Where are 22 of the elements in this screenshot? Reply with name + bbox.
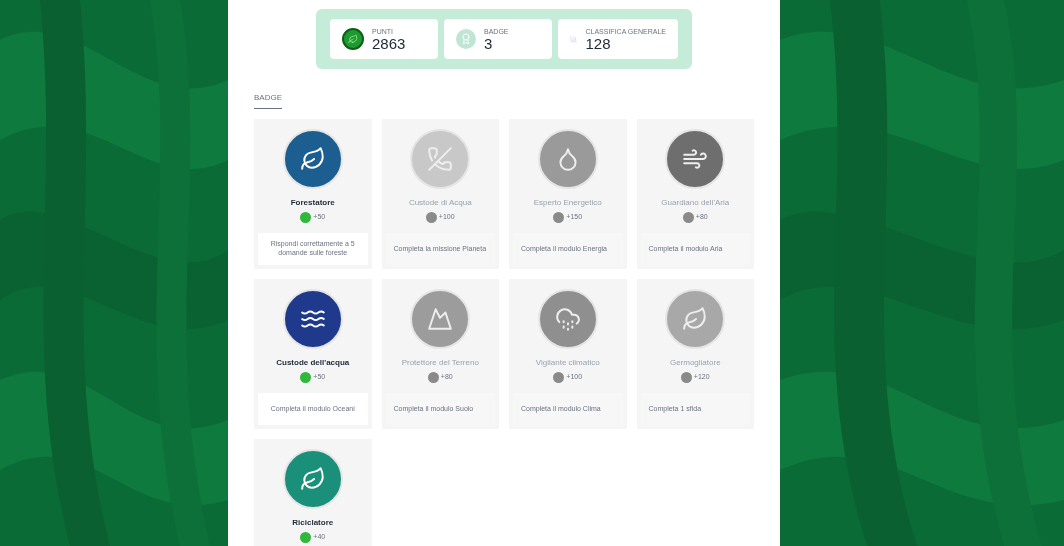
badge-title: Custode di Acqua: [408, 197, 472, 209]
badge-icon: [456, 29, 476, 49]
badge-title: Vigilante climatico: [535, 357, 600, 369]
leaf-icon: [299, 466, 326, 492]
wind-icon: [682, 146, 709, 172]
stat-value: 3: [484, 35, 494, 51]
badge-title: Germogliatore: [669, 357, 721, 369]
badge-title: Custode dell'acqua: [276, 357, 350, 369]
cloud-rain-icon: [554, 306, 581, 332]
leaf-icon: [299, 146, 326, 172]
badge-title: Forestatore: [290, 197, 335, 209]
badge-title: Protettore del Terreno: [401, 357, 479, 369]
badge-title: Esperto Energetico: [533, 197, 602, 209]
stat-value: 2863: [372, 35, 406, 51]
phone-icon: [427, 146, 454, 172]
badge-title: Riciclatore: [292, 517, 334, 529]
badge-title: Guardiano dell'Aria: [661, 197, 730, 209]
stat-value: 128: [585, 35, 612, 51]
section-tab[interactable]: BADGE: [254, 92, 282, 109]
leaf-icon: [682, 306, 709, 332]
mountain-icon: [427, 306, 454, 332]
coin-icon: [342, 28, 364, 50]
